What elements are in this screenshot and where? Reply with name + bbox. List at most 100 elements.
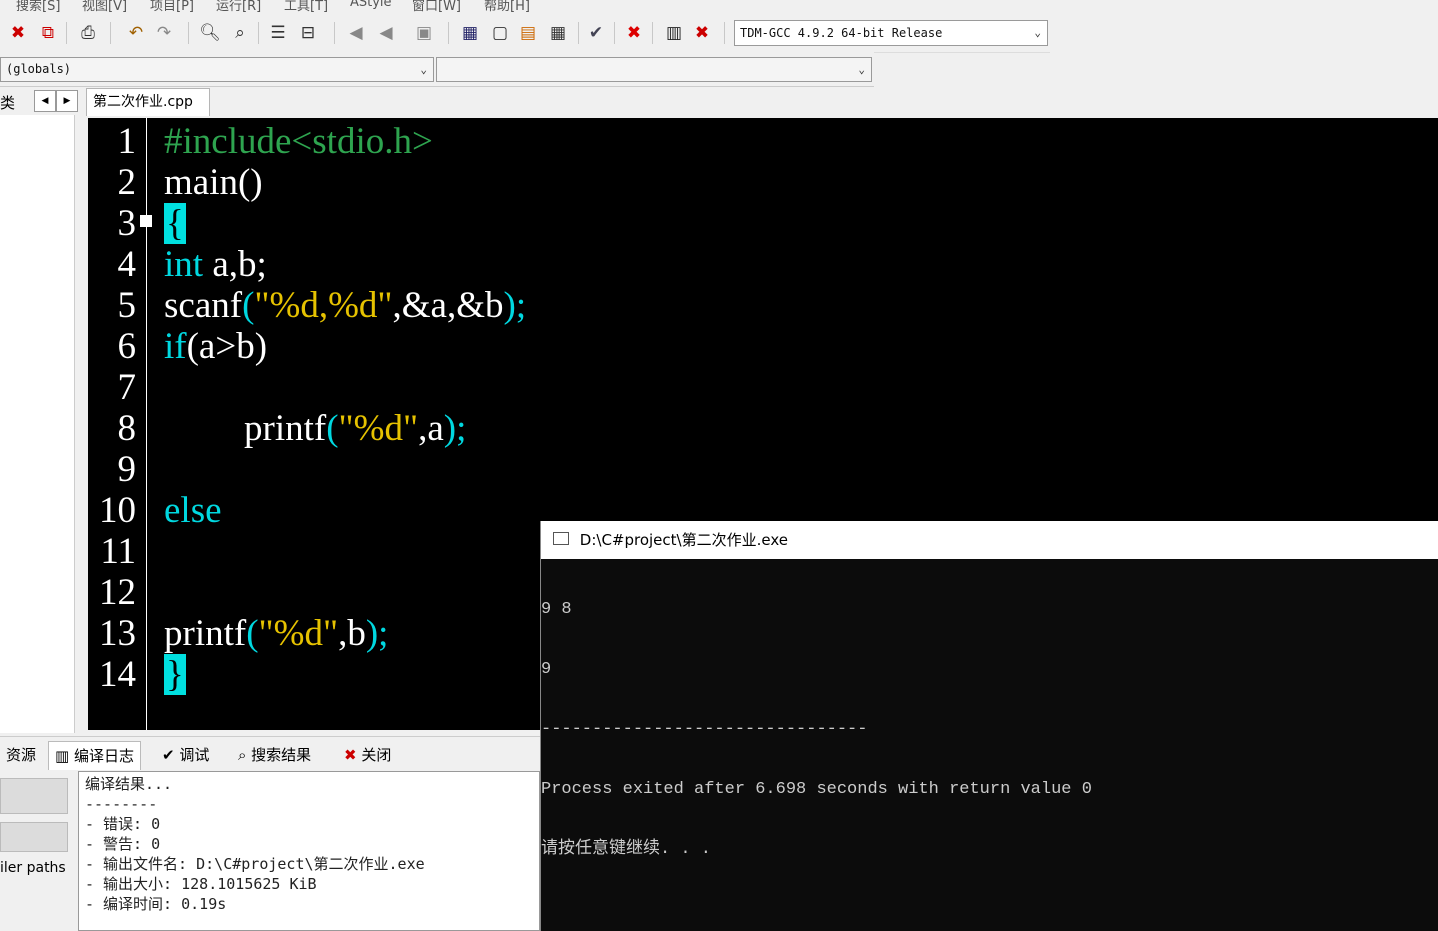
unindent-icon[interactable]: ⊟ xyxy=(296,21,320,45)
log-line: - 输出大小: 128.1015625 KiB xyxy=(85,875,317,893)
code-line-3: { xyxy=(164,203,186,244)
close-file-icon[interactable]: ✖ xyxy=(6,21,30,45)
scope-select-value: (globals) xyxy=(6,62,72,76)
find-icon[interactable]: 🔍︎ xyxy=(198,21,222,45)
line-number: 1 xyxy=(117,121,137,162)
console-line: 9 xyxy=(541,660,552,679)
code-text: ,a xyxy=(418,408,444,449)
bottom-panel-tabs: 资源 ▥ 编译日志 ✔ 调试 ⌕ 搜索结果 ✖ 关闭 xyxy=(0,736,540,771)
chevron-down-icon: ⌄ xyxy=(1034,26,1041,39)
layout-grid-icon[interactable]: ▦ xyxy=(458,21,482,45)
class-tree[interactable] xyxy=(0,115,75,733)
tab-search-results-label: 搜索结果 xyxy=(251,746,312,764)
symbol: ( xyxy=(242,285,255,326)
line-number: 3 xyxy=(117,203,137,244)
undo-icon[interactable]: ↶ xyxy=(124,21,148,45)
brace-highlight: } xyxy=(164,654,186,695)
menu-project[interactable]: 项目[P] xyxy=(150,0,194,14)
color-grid-icon[interactable]: ▤ xyxy=(516,21,540,45)
tab-search-results[interactable]: ⌕ 搜索结果 xyxy=(238,741,311,769)
toolbar-separator xyxy=(66,22,67,44)
delete-profile-icon[interactable]: ✖ xyxy=(690,21,714,45)
code-text: ,b xyxy=(338,613,366,654)
tab-scroll-right-icon[interactable]: ▶ xyxy=(56,90,78,112)
rebuild-button[interactable] xyxy=(0,822,68,852)
toolbar-separator xyxy=(258,22,259,44)
chart-icon[interactable]: ▥ xyxy=(662,21,686,45)
bookmark-next-icon[interactable]: ◀ xyxy=(374,21,398,45)
tab-debug[interactable]: ✔ 调试 xyxy=(162,741,209,769)
compiler-select[interactable]: TDM-GCC 4.9.2 64-bit Release ⌄ xyxy=(734,20,1048,46)
chevron-down-icon: ⌄ xyxy=(858,63,865,76)
line-number: 12 xyxy=(99,572,136,613)
line-number: 14 xyxy=(99,654,136,695)
log-line: - 错误: 0 xyxy=(85,815,161,833)
menu-search[interactable]: 搜索[S] xyxy=(16,0,60,14)
menu-help[interactable]: 帮助[H] xyxy=(484,0,530,14)
tab-close[interactable]: ✖ 关闭 xyxy=(344,741,391,769)
symbol: ( xyxy=(326,408,339,449)
editor-file-tab[interactable]: 第二次作业.cpp xyxy=(86,88,210,116)
console-line: 9 8 xyxy=(541,600,572,619)
menu-astyle[interactable]: AStyle xyxy=(350,0,392,10)
tab-compile-log-label: 编译日志 xyxy=(73,747,134,765)
fold-marker-icon[interactable] xyxy=(140,215,152,227)
console-window[interactable]: D:\C#project\第二次作业.exe 9 8 9 -----------… xyxy=(540,521,1438,931)
tab-scroll-left-icon[interactable]: ◀ xyxy=(34,90,56,112)
keyword: int xyxy=(164,244,204,285)
indent-icon[interactable]: ☰ xyxy=(266,21,290,45)
code-line-2: main() xyxy=(164,162,263,203)
code-text: a,b; xyxy=(203,244,267,285)
console-titlebar[interactable]: D:\C#project\第二次作业.exe xyxy=(541,521,1438,559)
log-line: - 警告: 0 xyxy=(85,835,161,853)
scope-select[interactable]: (globals) ⌄ xyxy=(0,57,434,82)
code-line-6: if(a>b) xyxy=(164,326,267,367)
bookmark-prev-icon[interactable]: ◀ xyxy=(344,21,368,45)
string-literal: "%d,%d" xyxy=(254,285,393,326)
chart-icon: ▥ xyxy=(55,747,74,765)
class-tab[interactable]: 类 xyxy=(0,92,15,113)
line-number: 6 xyxy=(117,326,137,367)
check-syntax-icon[interactable]: ✔ xyxy=(584,21,608,45)
redo-icon[interactable]: ↷ xyxy=(152,21,176,45)
search-icon: ⌕ xyxy=(238,746,252,764)
console-line: Process exited after 6.698 seconds with … xyxy=(541,780,1092,799)
code-line-8: printf("%d",a); xyxy=(244,408,466,449)
brace-highlight: { xyxy=(164,203,186,244)
toolbar-separator xyxy=(724,22,725,44)
menu-window[interactable]: 窗口[W] xyxy=(412,0,461,14)
code-text: printf xyxy=(244,408,327,449)
tab-resources[interactable]: 资源 xyxy=(6,741,36,769)
tab-compile-log[interactable]: ▥ 编译日志 xyxy=(48,741,141,770)
line-number: 4 xyxy=(117,244,137,285)
print-icon[interactable]: ⎙ xyxy=(76,21,100,45)
compile-button[interactable] xyxy=(0,778,68,814)
console-title: D:\C#project\第二次作业.exe xyxy=(579,531,788,549)
chevron-down-icon: ⌄ xyxy=(420,63,427,76)
main-toolbar: ✖ ⧉ ⎙ ↶ ↷ 🔍︎ ⌕ ☰ ⊟ ◀ ◀ ▣ ▦ ▢ ▤ ▦ ✔ ✖ ▥ ✖… xyxy=(0,14,1050,53)
menu-view[interactable]: 视图[V] xyxy=(82,0,127,14)
close-all-icon[interactable]: ⧉ xyxy=(36,21,60,45)
code-line-10: else xyxy=(164,490,222,531)
code-line-14: } xyxy=(164,654,186,695)
toolbar-separator xyxy=(652,22,653,44)
window-icon[interactable]: ▢ xyxy=(488,21,512,45)
compile-log[interactable]: 编译结果... -------- - 错误: 0 - 警告: 0 - 输出文件名… xyxy=(78,771,540,931)
member-select[interactable]: ⌄ xyxy=(436,57,872,82)
line-number: 5 xyxy=(117,285,137,326)
check-icon: ✔ xyxy=(162,746,180,764)
tab-close-label: 关闭 xyxy=(361,746,392,764)
toolbar-separator xyxy=(578,22,579,44)
console-app-icon xyxy=(553,532,569,545)
menu-tools[interactable]: 工具[T] xyxy=(284,0,328,14)
line-number: 11 xyxy=(100,531,136,572)
log-line: 编译结果... xyxy=(85,775,173,793)
menu-run[interactable]: 运行[R] xyxy=(216,0,261,14)
symbol: ( xyxy=(246,613,259,654)
replace-icon[interactable]: ⌕ xyxy=(228,21,252,45)
stop-icon[interactable]: ✖ xyxy=(622,21,646,45)
compiler-paths-label: iler paths xyxy=(0,860,66,876)
line-number: 8 xyxy=(117,408,137,449)
tiles-icon[interactable]: ▦ xyxy=(546,21,570,45)
toggle-comment-icon[interactable]: ▣ xyxy=(412,21,436,45)
